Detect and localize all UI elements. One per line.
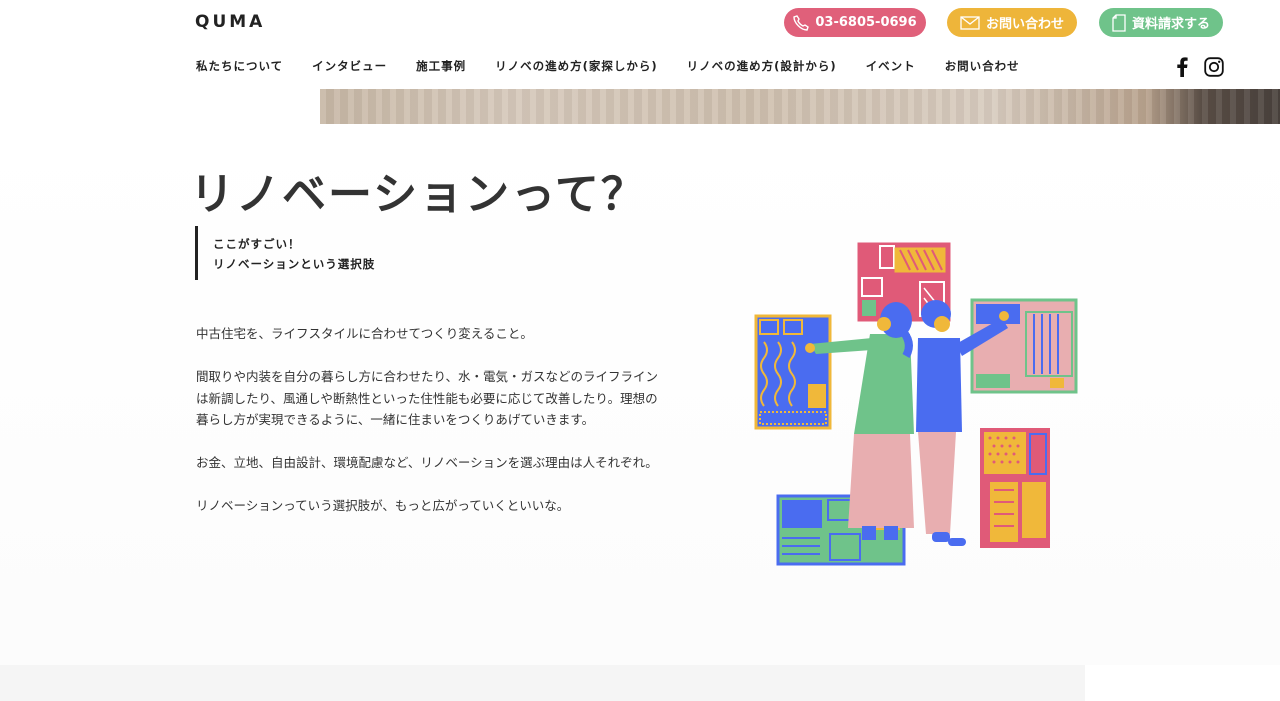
paragraph: 間取りや内装を自分の暮らし方に合わせたり、水・電気・ガスなどのライフラインは新調… — [196, 369, 659, 427]
intro-text: 中古住宅を、ライフスタイルに合わせてつくり変えること。 間取りや内装を自分の暮ら… — [196, 323, 666, 538]
nav-item-process-search[interactable]: リノベの進め方(家探しから) — [495, 58, 658, 74]
facebook-icon[interactable] — [1175, 57, 1189, 81]
nav-item-interview[interactable]: インタビュー — [312, 58, 387, 74]
floorplan-left — [754, 314, 832, 430]
document-icon — [1112, 13, 1126, 32]
section-subtitle: ここがすごい！ リノベーションという選択肢 — [195, 226, 375, 280]
nav-item-contact[interactable]: お問い合わせ — [945, 58, 1020, 74]
request-docs-button[interactable]: 資料請求する — [1099, 8, 1223, 37]
hero-image — [320, 89, 1280, 124]
floorplan-bottom-right — [980, 428, 1050, 548]
paragraph: 中古住宅を、ライフスタイルに合わせてつくり変えること。 — [196, 326, 533, 341]
phone-icon — [793, 14, 810, 31]
page-title: リノベーションって？ — [190, 169, 647, 220]
paragraph: お金、立地、自由設計、環境配慮など、リノベーションを選ぶ理由は人それぞれ。 — [196, 455, 658, 470]
phone-number: 03-6805-0696 — [815, 15, 917, 30]
contact-label: お問い合わせ — [985, 17, 1064, 32]
subtitle-line-2: リノベーションという選択肢 — [213, 257, 376, 271]
next-section-band — [0, 665, 1085, 701]
site-header: QUMA 03-6805-0696 お問い合わせ 資料請求する 私たちについて … — [0, 0, 1280, 89]
mail-icon — [960, 15, 980, 30]
floorplan-right — [970, 298, 1078, 394]
nav-item-works[interactable]: 施工事例 — [416, 58, 466, 74]
contact-button[interactable]: お問い合わせ — [947, 8, 1077, 37]
request-docs-label: 資料請求する — [1131, 17, 1210, 32]
couple-floorplan-illustration — [754, 242, 1078, 566]
instagram-icon[interactable] — [1204, 57, 1224, 81]
subtitle-line-1: ここがすごい！ — [213, 237, 301, 251]
phone-button[interactable]: 03-6805-0696 — [784, 8, 926, 37]
site-logo[interactable]: QUMA — [195, 12, 265, 32]
nav-item-event[interactable]: イベント — [866, 58, 916, 74]
paragraph: リノベーションっていう選択肢が、もっと広がっていくといいな。 — [196, 498, 570, 513]
main-nav: 私たちについて インタビュー 施工事例 リノベの進め方(家探しから) リノベの進… — [196, 58, 1020, 74]
nav-item-about[interactable]: 私たちについて — [196, 58, 283, 74]
nav-item-process-design[interactable]: リノベの進め方(設計から) — [687, 58, 837, 74]
